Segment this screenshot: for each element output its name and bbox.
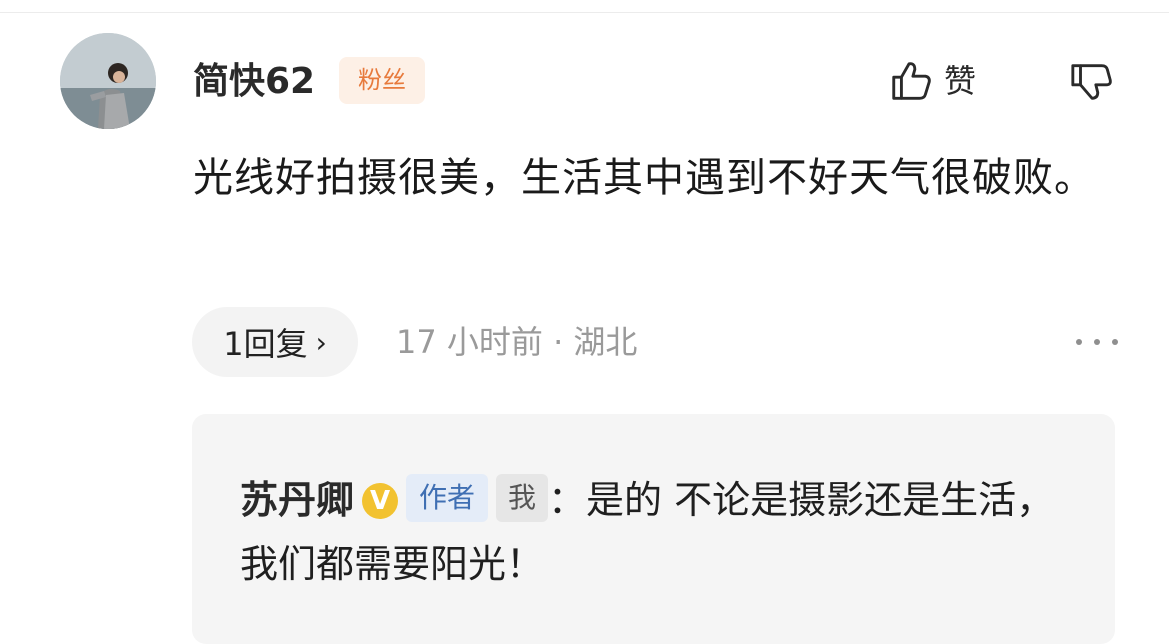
more-options-button[interactable] bbox=[1076, 322, 1118, 362]
me-tag: 我 bbox=[496, 474, 549, 522]
comment-text: 光线好拍摄很美，生活其中遇到不好天气很破败。 bbox=[193, 155, 1095, 201]
like-button[interactable]: 赞 bbox=[888, 58, 976, 104]
thumb-down-icon bbox=[1071, 64, 1112, 100]
reply-content: 苏丹卿 V 作者我：是的 不论是摄影还是生活，我们都需要阳光！ bbox=[240, 468, 1080, 596]
reply-count-label: 1回复 bbox=[223, 325, 308, 363]
top-divider bbox=[0, 12, 1169, 13]
avatar-photo bbox=[60, 33, 156, 129]
fan-badge: 粉丝 bbox=[339, 57, 425, 104]
comment-username[interactable]: 简快62 bbox=[193, 54, 315, 110]
chevron-right-icon: › bbox=[315, 325, 327, 359]
verified-v-icon: V bbox=[362, 483, 399, 519]
comment-meta: 17 小时前 · 湖北 bbox=[396, 323, 638, 361]
avatar[interactable] bbox=[60, 33, 156, 129]
like-label: 赞 bbox=[944, 62, 977, 100]
thumb-up-icon bbox=[892, 62, 931, 100]
more-dot bbox=[1076, 339, 1082, 345]
dislike-button[interactable] bbox=[1069, 58, 1115, 104]
reply-author[interactable]: 苏丹卿 bbox=[240, 478, 354, 522]
author-tag: 作者 bbox=[406, 474, 489, 522]
more-dot bbox=[1112, 339, 1118, 345]
more-dot bbox=[1094, 339, 1100, 345]
reply-preview[interactable]: 苏丹卿 V 作者我：是的 不论是摄影还是生活，我们都需要阳光！ bbox=[192, 414, 1115, 644]
view-replies-button[interactable]: 1回复 › bbox=[192, 307, 358, 377]
